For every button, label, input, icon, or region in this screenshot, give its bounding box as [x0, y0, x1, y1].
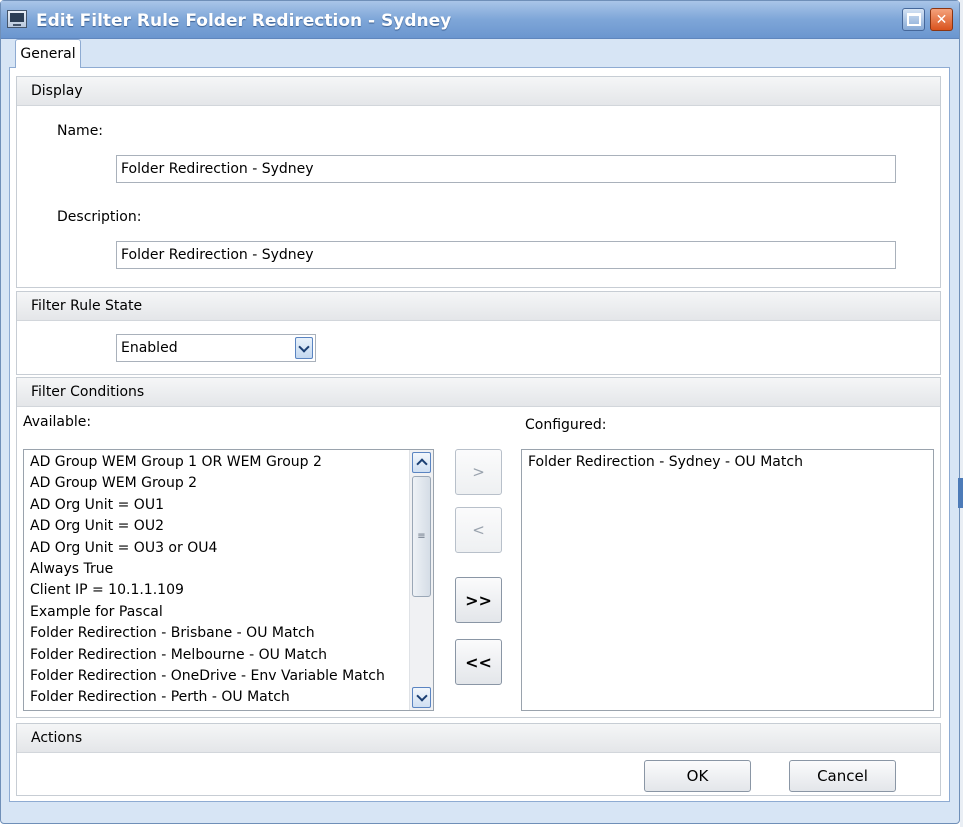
restore-icon — [906, 13, 921, 26]
dropdown-button[interactable] — [295, 337, 313, 359]
title-bar[interactable]: Edit Filter Rule Folder Redirection - Sy… — [1, 1, 959, 39]
tab-general[interactable]: General — [15, 39, 81, 68]
description-input[interactable]: Folder Redirection - Sydney — [116, 241, 896, 269]
available-list[interactable]: AD Group WEM Group 1 OR WEM Group 2 AD G… — [23, 449, 434, 711]
list-item[interactable]: Example for Pascal — [24, 602, 410, 623]
name-input[interactable]: Folder Redirection - Sydney — [116, 155, 896, 183]
name-label: Name: — [57, 123, 104, 139]
list-item[interactable]: Folder Redirection - Perth - OU Match — [24, 687, 410, 708]
display-group: Display Name: Folder Redirection - Sydne… — [16, 76, 941, 288]
ok-button[interactable]: OK — [644, 760, 751, 792]
cancel-button[interactable]: Cancel — [789, 760, 896, 792]
restore-button[interactable] — [902, 8, 925, 31]
actions-header: Actions — [17, 724, 940, 753]
filter-conditions-group: Filter Conditions Available: Configured:… — [16, 377, 941, 718]
list-item[interactable]: Folder Redirection - Brisbane - OU Match — [24, 623, 410, 644]
remove-button[interactable]: < — [455, 507, 502, 553]
available-list-items: AD Group WEM Group 1 OR WEM Group 2 AD G… — [24, 452, 410, 709]
background-splitter-mark — [958, 478, 963, 508]
scroll-down-button[interactable] — [412, 687, 431, 708]
scroll-up-button[interactable] — [412, 452, 431, 473]
scroll-thumb[interactable]: ≡ — [412, 476, 431, 597]
chevron-down-icon — [298, 340, 310, 353]
close-icon: ✕ — [935, 11, 948, 28]
tab-panel-general: Display Name: Folder Redirection - Sydne… — [9, 67, 950, 802]
available-label: Available: — [23, 414, 92, 430]
list-item[interactable]: Folder Redirection - Sydney - OU Match — [522, 452, 932, 473]
add-button[interactable]: > — [455, 449, 502, 495]
display-group-header: Display — [17, 77, 940, 106]
window-title: Edit Filter Rule Folder Redirection - Sy… — [36, 11, 452, 31]
configured-list[interactable]: Folder Redirection - Sydney - OU Match — [521, 449, 934, 711]
filter-rule-state-select[interactable]: Enabled — [116, 334, 316, 362]
list-item[interactable]: AD Org Unit = OU2 — [24, 516, 410, 537]
list-item[interactable]: AD Org Unit = OU3 or OU4 — [24, 538, 410, 559]
add-all-button[interactable]: >> — [455, 577, 502, 623]
list-item[interactable]: AD Org Unit = OU1 — [24, 495, 410, 516]
description-label: Description: — [57, 209, 142, 225]
actions-group: Actions OK Cancel — [16, 723, 941, 796]
filter-rule-state-group: Filter Rule State Enabled — [16, 291, 941, 375]
remove-all-button[interactable]: << — [455, 639, 502, 685]
list-item[interactable]: Folder Redirection - Melbourne - OU Matc… — [24, 645, 410, 666]
configured-list-items: Folder Redirection - Sydney - OU Match — [522, 452, 932, 473]
list-item[interactable]: Folder Redirection - OneDrive - Env Vari… — [24, 666, 410, 687]
app-icon — [7, 10, 27, 28]
close-button[interactable]: ✕ — [930, 8, 953, 31]
list-item[interactable]: AD Group WEM Group 1 OR WEM Group 2 — [24, 452, 410, 473]
chevron-up-icon — [415, 458, 428, 470]
configured-label: Configured: — [525, 417, 607, 433]
filter-rule-state-value: Enabled — [121, 340, 178, 356]
available-list-scrollbar[interactable]: ≡ — [409, 450, 433, 710]
list-item[interactable]: Client IP = 10.1.1.109 — [24, 580, 410, 601]
chevron-down-icon — [415, 690, 428, 702]
grip-icon: ≡ — [417, 531, 426, 542]
filter-rule-state-header: Filter Rule State — [17, 292, 940, 321]
list-item[interactable]: Always True — [24, 559, 410, 580]
filter-conditions-header: Filter Conditions — [17, 378, 940, 407]
dialog-window: Edit Filter Rule Folder Redirection - Sy… — [0, 0, 960, 824]
list-item[interactable]: AD Group WEM Group 2 — [24, 473, 410, 494]
